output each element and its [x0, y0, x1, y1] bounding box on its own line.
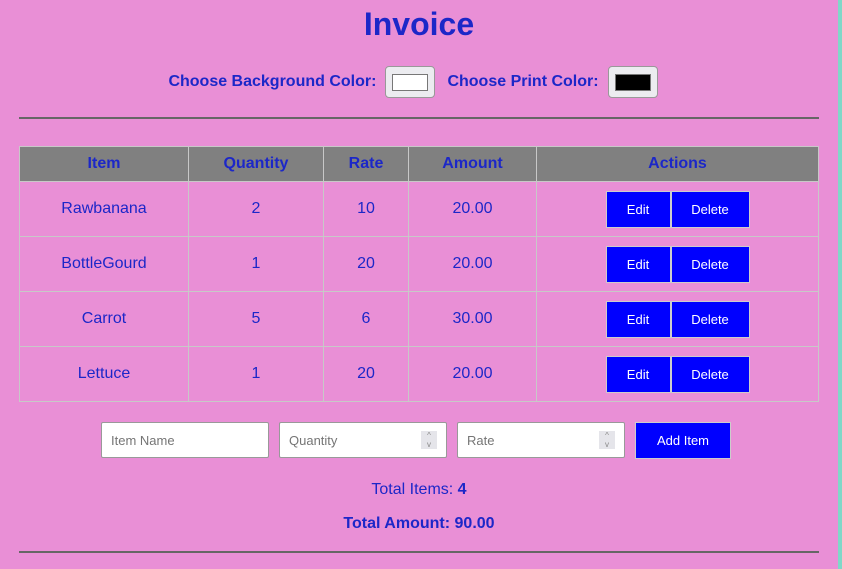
- item-name-input[interactable]: [101, 422, 269, 458]
- rate-cell: 20: [323, 346, 409, 402]
- table-row: Carrot 5 6 30.00 Edit Delete: [19, 291, 819, 347]
- item-cell: BottleGourd: [19, 236, 189, 292]
- quantity-cell: 1: [188, 236, 324, 292]
- print-color-picker[interactable]: [607, 66, 658, 98]
- actions-cell: Edit Delete: [536, 181, 819, 237]
- delete-button[interactable]: Delete: [670, 300, 750, 338]
- rate-cell: 6: [323, 291, 409, 347]
- col-item: Item: [19, 146, 189, 182]
- rate-input[interactable]: ^v: [457, 422, 625, 458]
- total-items-value: 4: [457, 481, 467, 498]
- total-items-label: Total Items:: [371, 481, 454, 498]
- add-item-form: ^v ^v Add Item: [101, 422, 731, 459]
- total-amount-value: 90.00: [454, 515, 495, 532]
- actions-cell: Edit Delete: [536, 291, 819, 347]
- quantity-input[interactable]: ^v: [279, 422, 447, 458]
- col-quantity: Quantity: [188, 146, 324, 182]
- divider-bottom: [19, 551, 819, 553]
- actions-cell: Edit Delete: [536, 346, 819, 402]
- rate-field[interactable]: [467, 432, 577, 448]
- total-amount: Total Amount: 90.00: [0, 515, 838, 533]
- edit-button[interactable]: Edit: [605, 355, 671, 393]
- col-amount: Amount: [408, 146, 537, 182]
- amount-cell: 20.00: [408, 181, 537, 237]
- edit-button[interactable]: Edit: [605, 245, 671, 283]
- amount-cell: 20.00: [408, 346, 537, 402]
- delete-button[interactable]: Delete: [670, 245, 750, 283]
- divider: [19, 117, 819, 119]
- delete-button[interactable]: Delete: [670, 355, 750, 393]
- quantity-cell: 5: [188, 291, 324, 347]
- table-row: Lettuce 1 20 20.00 Edit Delete: [19, 346, 819, 402]
- item-name-field[interactable]: [111, 432, 231, 448]
- amount-cell: 20.00: [408, 236, 537, 292]
- actions-cell: Edit Delete: [536, 236, 819, 292]
- edit-button[interactable]: Edit: [605, 190, 671, 228]
- quantity-spinner-icon[interactable]: ^ v: [421, 431, 437, 449]
- quantity-cell: 1: [188, 346, 324, 402]
- quantity-field[interactable]: [289, 432, 399, 448]
- print-color-label: Choose Print Color:: [447, 73, 599, 90]
- quantity-cell: 2: [188, 181, 324, 237]
- delete-button[interactable]: Delete: [670, 190, 750, 228]
- color-pickers: Choose Background Color: Choose Print Co…: [0, 66, 838, 98]
- table-row: Rawbanana 2 10 20.00 Edit Delete: [19, 181, 819, 237]
- rate-cell: 20: [323, 236, 409, 292]
- total-items: Total Items: 4: [0, 481, 838, 499]
- amount-cell: 30.00: [408, 291, 537, 347]
- add-item-button[interactable]: Add Item: [635, 422, 731, 459]
- page-edge: [838, 0, 842, 569]
- bg-color-label: Choose Background Color:: [168, 73, 377, 90]
- item-cell: Lettuce: [19, 346, 189, 402]
- item-cell: Rawbanana: [19, 181, 189, 237]
- page-title: Invoice: [363, 6, 475, 42]
- rate-cell: 10: [323, 181, 409, 237]
- col-actions: Actions: [536, 146, 819, 182]
- table-row: BottleGourd 1 20 20.00 Edit Delete: [19, 236, 819, 292]
- rate-spinner-icon[interactable]: ^ v: [599, 431, 615, 449]
- invoice-table: Item Quantity Rate Amount Actions Rawban…: [19, 146, 819, 402]
- item-cell: Carrot: [19, 291, 189, 347]
- edit-button[interactable]: Edit: [605, 300, 671, 338]
- total-amount-label: Total Amount:: [343, 515, 451, 532]
- bg-color-picker[interactable]: [385, 66, 436, 98]
- col-rate: Rate: [323, 146, 409, 182]
